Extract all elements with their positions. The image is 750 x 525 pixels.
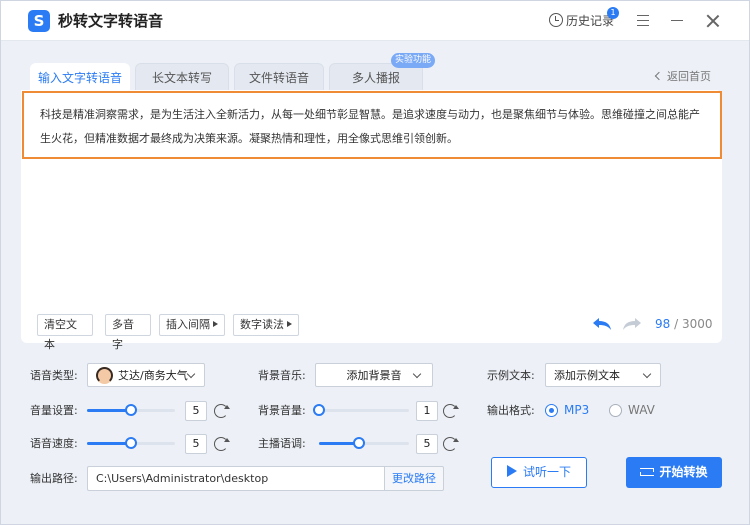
change-path-button[interactable]: 更改路径 bbox=[384, 466, 444, 491]
reset-icon[interactable] bbox=[214, 404, 230, 418]
tab-file-to-speech[interactable]: 文件转语音 bbox=[234, 63, 324, 91]
experimental-badge: 实验功能 bbox=[391, 53, 435, 68]
listen-button[interactable]: 试听一下 bbox=[491, 457, 587, 488]
history-label: 历史记录 bbox=[566, 14, 615, 28]
number-reading-label: 数字读法 bbox=[240, 318, 284, 331]
char-limit: 3000 bbox=[681, 317, 713, 331]
volume-slider[interactable] bbox=[87, 403, 175, 417]
bg-music-select[interactable]: 添加背景音 bbox=[315, 363, 433, 387]
reset-icon[interactable] bbox=[443, 404, 459, 418]
minimize-icon[interactable] bbox=[671, 20, 683, 21]
slider-thumb[interactable] bbox=[125, 437, 137, 449]
char-count: 98 bbox=[655, 317, 671, 331]
wav-radio[interactable] bbox=[609, 404, 622, 417]
sample-text-value: 添加示例文本 bbox=[554, 369, 620, 382]
number-reading-button[interactable]: 数字读法 bbox=[233, 314, 299, 336]
pitch-label: 主播语调: bbox=[258, 437, 306, 450]
slider-track bbox=[315, 409, 409, 412]
close-icon[interactable] bbox=[705, 13, 721, 29]
history-button[interactable]: 历史记录 bbox=[549, 11, 614, 31]
listen-label: 试听一下 bbox=[522, 465, 571, 479]
tab-long-text[interactable]: 长文本转写 bbox=[135, 63, 229, 91]
output-path-input[interactable]: C:\Users\Administrator\desktop bbox=[87, 466, 385, 491]
title-bar: S 秒转文字转语音 历史记录 1 bbox=[1, 1, 749, 41]
voice-type-label: 语音类型: bbox=[30, 369, 78, 382]
pitch-slider[interactable] bbox=[319, 436, 409, 450]
bg-volume-value[interactable]: 1 bbox=[416, 401, 438, 421]
insert-pause-button[interactable]: 插入间隔 bbox=[159, 314, 225, 336]
text-input[interactable]: 科技是精准洞察需求，是为生活注入全新活力，从每一处细节彰显智慧。是追求速度与动力… bbox=[22, 91, 722, 159]
speed-slider[interactable] bbox=[87, 436, 175, 450]
mp3-radio[interactable] bbox=[545, 404, 558, 417]
speed-label: 语音速度: bbox=[30, 437, 78, 450]
app-window: S 秒转文字转语音 历史记录 1 输入文字转语音 长文本转写 文件转语音 多人播… bbox=[0, 0, 750, 525]
triangle-right-icon bbox=[213, 321, 218, 327]
avatar bbox=[96, 367, 113, 384]
polyphone-button[interactable]: 多音字 bbox=[105, 314, 151, 351]
redo-icon[interactable] bbox=[621, 315, 643, 333]
chevron-left-icon bbox=[654, 71, 664, 81]
back-home-link[interactable]: 返回首页 bbox=[654, 69, 711, 85]
swap-icon bbox=[640, 466, 655, 478]
editor-panel: 科技是精准洞察需求，是为生活注入全新活力，从每一处细节彰显智慧。是追求速度与动力… bbox=[21, 90, 722, 351]
bg-volume-slider[interactable] bbox=[313, 403, 409, 417]
tab-text-to-speech[interactable]: 输入文字转语音 bbox=[30, 63, 130, 91]
chevron-down-icon bbox=[186, 369, 196, 379]
convert-label: 开始转换 bbox=[659, 465, 708, 479]
bg-volume-label: 背景音量: bbox=[258, 404, 306, 417]
volume-value[interactable]: 5 bbox=[185, 401, 207, 421]
voice-select[interactable]: 艾达/商务大气 bbox=[87, 363, 205, 387]
mp3-label[interactable]: MP3 bbox=[564, 402, 589, 418]
bg-music-label: 背景音乐: bbox=[258, 369, 306, 382]
speed-value[interactable]: 5 bbox=[185, 434, 207, 454]
output-path-label: 输出路径: bbox=[30, 472, 78, 485]
app-logo-icon: S bbox=[28, 10, 50, 32]
slider-thumb[interactable] bbox=[313, 404, 325, 416]
volume-label: 音量设置: bbox=[30, 404, 78, 417]
menu-icon[interactable] bbox=[637, 15, 649, 26]
history-count-badge: 1 bbox=[607, 7, 619, 19]
insert-pause-label: 插入间隔 bbox=[166, 318, 210, 331]
sample-text-select[interactable]: 添加示例文本 bbox=[545, 363, 661, 387]
voice-name: 艾达/商务大气 bbox=[118, 369, 188, 382]
triangle-right-icon bbox=[287, 321, 292, 327]
slider-thumb[interactable] bbox=[352, 437, 365, 449]
clock-icon bbox=[549, 13, 563, 27]
output-format-label: 输出格式: bbox=[487, 404, 535, 417]
reset-icon[interactable] bbox=[214, 437, 230, 451]
undo-icon[interactable] bbox=[591, 315, 613, 333]
sample-text-label: 示例文本: bbox=[487, 369, 535, 382]
app-title: 秒转文字转语音 bbox=[58, 12, 164, 30]
slider-thumb[interactable] bbox=[125, 404, 137, 416]
back-home-label: 返回首页 bbox=[667, 70, 711, 83]
start-convert-button[interactable]: 开始转换 bbox=[626, 457, 722, 488]
clear-text-button[interactable]: 清空文本 bbox=[37, 314, 93, 351]
reset-icon[interactable] bbox=[443, 437, 459, 451]
pitch-value[interactable]: 5 bbox=[416, 434, 438, 454]
play-icon bbox=[506, 465, 517, 477]
wav-label[interactable]: WAV bbox=[628, 402, 655, 418]
char-count-separator: / bbox=[674, 317, 679, 331]
char-counter: 98 / 3000 bbox=[655, 316, 715, 332]
